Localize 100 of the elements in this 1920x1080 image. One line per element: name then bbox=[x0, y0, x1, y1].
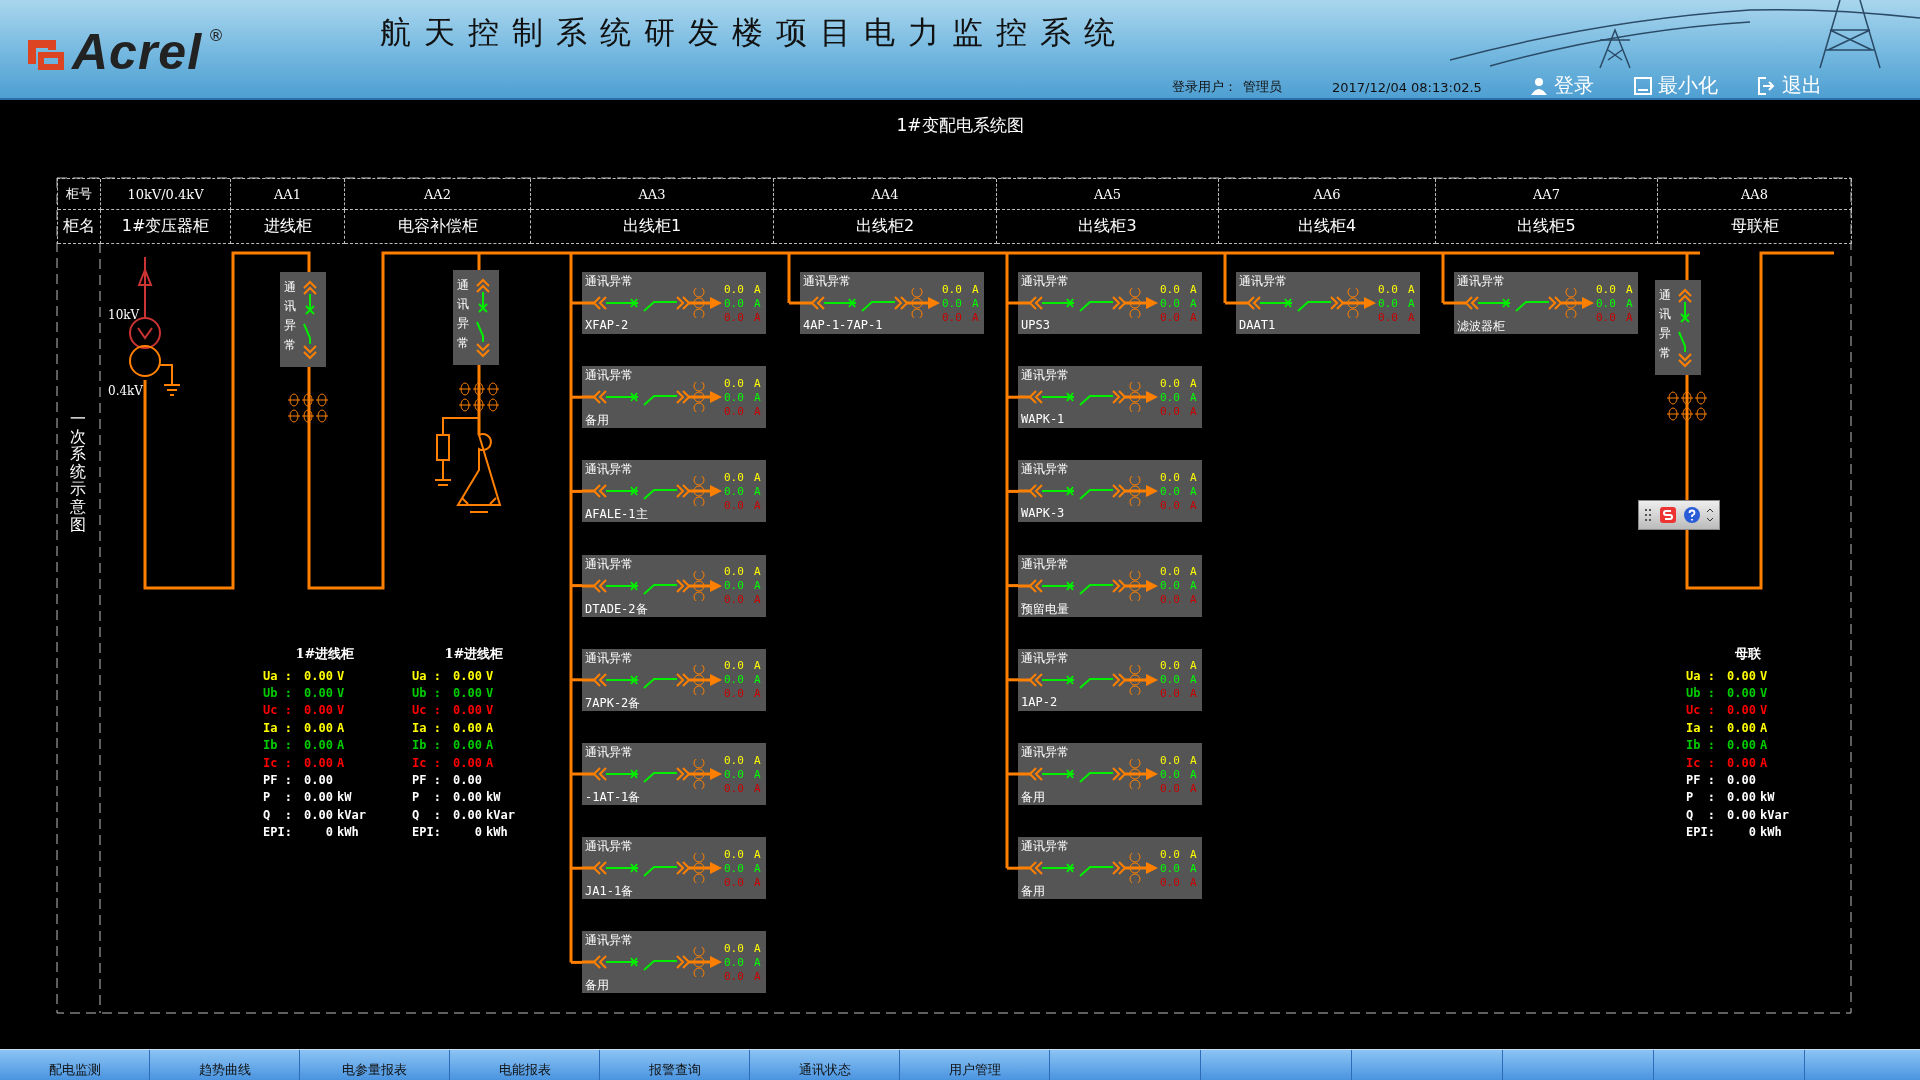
status-text: 通讯异常 bbox=[584, 367, 634, 383]
status-text: 通讯异常 bbox=[1020, 273, 1070, 288]
unit-label: kWh bbox=[337, 825, 360, 840]
status-text: 通讯异常 bbox=[802, 273, 852, 288]
s-logo-icon[interactable] bbox=[1659, 506, 1677, 524]
current-value: 0.0 bbox=[724, 376, 744, 390]
current-value: 0.0 bbox=[1160, 875, 1180, 889]
table-cell: 电容补偿柜 bbox=[345, 210, 531, 244]
unit-label: A bbox=[1189, 687, 1197, 701]
status-text: 通讯异常 bbox=[584, 649, 634, 665]
current-value: 0.0 bbox=[724, 687, 744, 701]
meter-value: 0.00 bbox=[452, 738, 483, 753]
current-value: 0.0 bbox=[1160, 753, 1180, 767]
table-cell: 出线柜3 bbox=[997, 210, 1219, 244]
meter-label: Ia : bbox=[263, 720, 293, 735]
current-value: 0.0 bbox=[942, 296, 962, 310]
table-cell: AA6 bbox=[1219, 179, 1436, 210]
nav-tab[interactable]: 报警查询 bbox=[600, 1050, 750, 1080]
fuse-drawing bbox=[287, 393, 329, 423]
meter-label: PF : bbox=[263, 773, 293, 788]
caret-icon[interactable] bbox=[1707, 508, 1713, 522]
feeder-name: WAPK-3 bbox=[1020, 506, 1066, 523]
current-value: 0.0 bbox=[724, 767, 744, 781]
unit-label: A bbox=[971, 296, 979, 310]
unit-label: A bbox=[337, 720, 346, 735]
current-value: 0.0 bbox=[1160, 282, 1180, 296]
unit-label: A bbox=[753, 593, 761, 607]
unit-label: A bbox=[1189, 376, 1197, 390]
unit-label: kVar bbox=[486, 807, 516, 822]
current-value: 0.0 bbox=[1160, 659, 1180, 673]
meter-value: 0.00 bbox=[303, 720, 334, 735]
nav-tab[interactable]: 通讯状态 bbox=[750, 1050, 900, 1080]
unit-label: A bbox=[1189, 781, 1197, 795]
meter-value: 0.00 bbox=[1726, 773, 1757, 788]
unit-label: V bbox=[337, 686, 346, 701]
nav-tab[interactable]: 配电监测 bbox=[0, 1050, 150, 1080]
unit-label: A bbox=[1760, 755, 1769, 770]
feeder-name: XFAP-2 bbox=[584, 318, 630, 334]
current-value: 0.0 bbox=[1160, 593, 1180, 607]
unit-label: A bbox=[1189, 565, 1197, 579]
unit-label: kW bbox=[486, 790, 502, 805]
current-value: 0.0 bbox=[724, 310, 744, 324]
meter-value: 0.00 bbox=[1726, 720, 1757, 735]
unit-label: A bbox=[753, 470, 761, 484]
meter-label: Ia : bbox=[1686, 720, 1716, 735]
help-icon[interactable] bbox=[1683, 506, 1701, 524]
current-value: 0.0 bbox=[724, 659, 744, 673]
meter-value: 0.00 bbox=[303, 773, 334, 788]
feeder-name: DAAT1 bbox=[1238, 318, 1277, 334]
meter-value: 0.00 bbox=[452, 668, 483, 683]
meter-value: 0.00 bbox=[452, 773, 483, 788]
unit-label: A bbox=[753, 861, 761, 875]
meter-label: Q : bbox=[263, 807, 293, 822]
status-text: 通讯异常 bbox=[584, 744, 634, 759]
exit-icon bbox=[1758, 76, 1776, 95]
unit-label: V bbox=[1760, 703, 1769, 718]
app-title: 航天控制系统研发楼项目电力监控系统 bbox=[380, 13, 1128, 52]
unit-label: A bbox=[971, 310, 979, 324]
unit-label: A bbox=[486, 755, 495, 770]
unit-label: A bbox=[1189, 753, 1197, 767]
fuse-drawing bbox=[1666, 391, 1708, 421]
current-value: 0.0 bbox=[1160, 861, 1180, 875]
unit-label: A bbox=[753, 565, 761, 579]
diagram-title: 1#变配电系统图 bbox=[896, 115, 1024, 135]
datetime: 2017/12/04 08:13:02.5 bbox=[1332, 79, 1482, 95]
meter-value: 0.00 bbox=[303, 807, 334, 822]
unit-label: A bbox=[1189, 593, 1197, 607]
current-value: 0.0 bbox=[724, 847, 744, 861]
unit-label: V bbox=[337, 703, 346, 718]
current-value: 0.0 bbox=[1378, 296, 1398, 310]
unit-label: A bbox=[1189, 875, 1197, 889]
nav-tab[interactable]: 电参量报表 bbox=[300, 1050, 450, 1080]
nav-tab[interactable]: 用户管理 bbox=[900, 1050, 1050, 1080]
current-value: 0.0 bbox=[1160, 565, 1180, 579]
meter-value: 0.00 bbox=[452, 703, 483, 718]
status-text: 通讯异常 bbox=[584, 838, 634, 854]
unit-label: A bbox=[1189, 767, 1197, 781]
status-text: 通讯异常 bbox=[584, 273, 634, 288]
current-value: 0.0 bbox=[1596, 296, 1616, 310]
current-value: 0.0 bbox=[1160, 404, 1180, 418]
current-value: 0.0 bbox=[724, 296, 744, 310]
meter-label: EPI: bbox=[263, 825, 293, 840]
current-value: 0.0 bbox=[1160, 579, 1180, 593]
meter-label: Ub : bbox=[263, 686, 293, 701]
unit-label: A bbox=[753, 390, 761, 404]
table-cell: 母联柜 bbox=[1658, 210, 1852, 244]
unit-label: A bbox=[753, 484, 761, 498]
meter-label: Ua : bbox=[263, 668, 293, 683]
nav-tab[interactable]: 趋势曲线 bbox=[150, 1050, 300, 1080]
switch-icon bbox=[302, 280, 318, 360]
current-value: 0.0 bbox=[1160, 687, 1180, 701]
status-text: 通讯异常 bbox=[284, 279, 296, 354]
unit-label: A bbox=[753, 687, 761, 701]
meter-label: Q : bbox=[412, 807, 442, 822]
unit-label: A bbox=[1189, 659, 1197, 673]
nav-tab[interactable]: 电能报表 bbox=[450, 1050, 600, 1080]
unit-label: A bbox=[753, 753, 761, 767]
feeder-name: 备用 bbox=[584, 412, 610, 429]
unit-label: A bbox=[753, 498, 761, 512]
grip-icon[interactable] bbox=[1645, 508, 1653, 522]
